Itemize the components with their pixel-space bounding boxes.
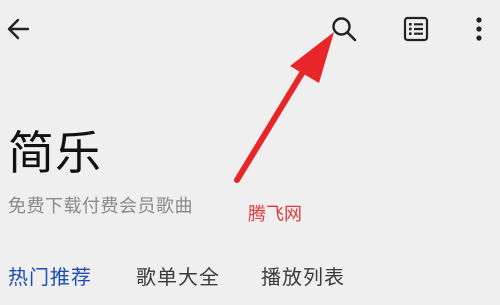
- more-options-button[interactable]: [464, 12, 494, 46]
- app-screen: 简乐 免费下载付费会员歌曲 腾飞网 热门推荐 歌单大全 播放列表: [0, 0, 500, 305]
- tab-song-lists[interactable]: 歌单大全: [136, 262, 220, 292]
- app-title: 简乐: [8, 126, 102, 180]
- app-subtitle: 免费下载付费会员歌曲: [8, 196, 193, 217]
- search-icon: [332, 17, 357, 42]
- tab-hot-recommend[interactable]: 热门推荐: [8, 262, 92, 292]
- search-button[interactable]: [327, 12, 361, 46]
- list-icon: [403, 16, 429, 42]
- back-button[interactable]: [2, 12, 36, 46]
- playlist-button[interactable]: [399, 12, 433, 46]
- watermark-text: 腾飞网: [248, 204, 302, 225]
- back-arrow-icon: [7, 18, 30, 40]
- tab-play-queue[interactable]: 播放列表: [261, 262, 345, 292]
- tab-bar: 热门推荐 歌单大全 播放列表: [0, 262, 500, 296]
- more-vertical-icon: [476, 17, 482, 41]
